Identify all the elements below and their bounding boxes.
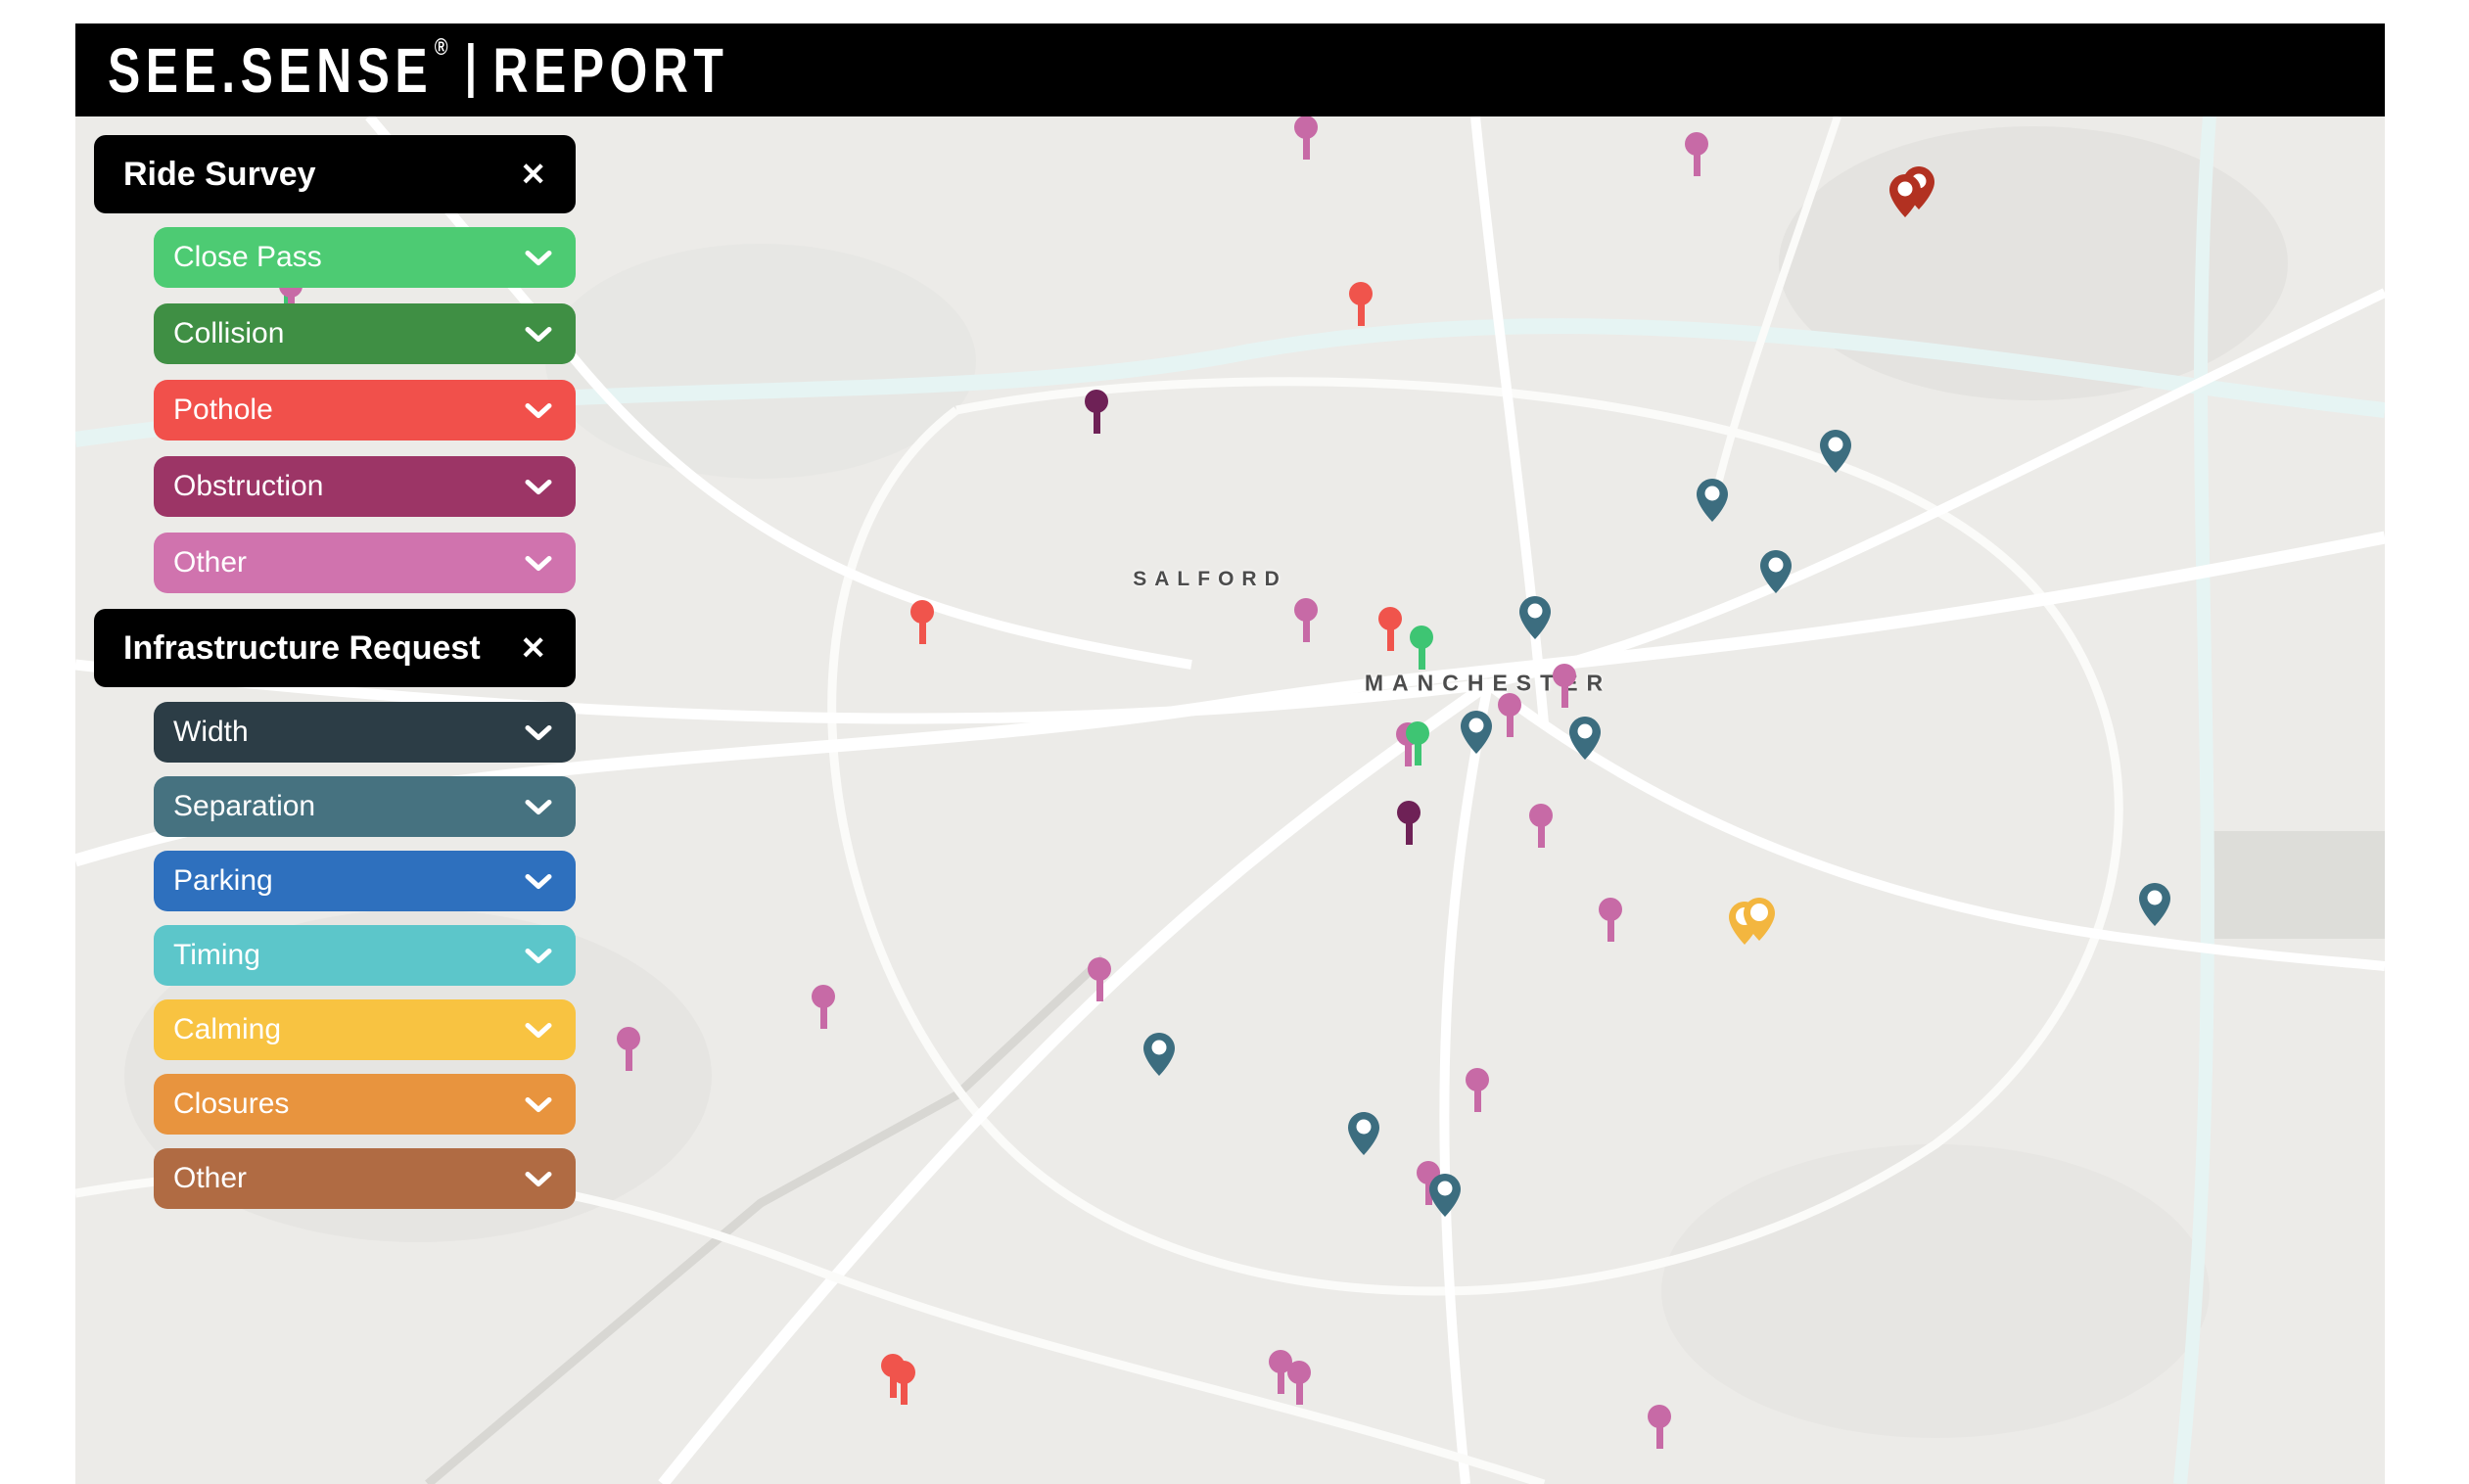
category-button-other[interactable]: Other (154, 533, 576, 593)
panel-title: Infrastructure Request (123, 629, 481, 668)
green-report-marker[interactable] (1410, 626, 1433, 670)
teal-map-pin[interactable] (1569, 717, 1601, 760)
teal-map-pin[interactable] (1820, 430, 1851, 473)
chevron-down-icon (525, 873, 552, 890)
teal-map-pin[interactable] (1760, 550, 1792, 593)
pink-report-marker[interactable] (812, 985, 835, 1029)
panel-title: Ride Survey (123, 156, 316, 194)
panel-header: Ride Survey ✕ (94, 135, 576, 213)
brand-logo: SEE.SENSE® REPORT (108, 34, 728, 107)
teal-map-pin[interactable] (2139, 883, 2170, 926)
teal-map-pin[interactable] (1519, 596, 1551, 639)
chevron-down-icon (525, 555, 552, 572)
category-label: Close Pass (173, 241, 322, 274)
red-report-marker[interactable] (892, 1361, 915, 1405)
category-button-list: Width Separation Parking Timing Calming Closu… (94, 702, 576, 1209)
chevron-down-icon (525, 724, 552, 741)
purple-report-marker[interactable] (1397, 801, 1421, 845)
close-icon: ✕ (520, 157, 546, 192)
panel-header: Infrastructure Request ✕ (94, 609, 576, 687)
pink-report-marker[interactable] (1529, 804, 1553, 848)
category-button-parking[interactable]: Parking (154, 851, 576, 911)
product-name: REPORT (493, 34, 729, 107)
category-label: Calming (173, 1013, 281, 1046)
category-button-closures[interactable]: Closures (154, 1074, 576, 1135)
category-button-obstruction[interactable]: Obstruction (154, 456, 576, 517)
page: SALFORDMANCHESTER SEE.SENSE® REPORT Ride… (0, 0, 2469, 1484)
category-label: Collision (173, 317, 284, 350)
category-label: Closures (173, 1088, 289, 1121)
chevron-down-icon (525, 799, 552, 815)
registered-mark: ® (435, 34, 448, 61)
red-report-marker[interactable] (1378, 607, 1402, 651)
category-label: Timing (173, 939, 260, 972)
teal-map-pin[interactable] (1461, 711, 1492, 754)
pink-report-marker[interactable] (1287, 1361, 1311, 1405)
dark-red-map-pin[interactable] (1889, 174, 1921, 217)
category-button-separation[interactable]: Separation (154, 776, 576, 837)
yellow-map-pin[interactable] (1744, 898, 1775, 941)
chevron-down-icon (525, 402, 552, 419)
pink-report-marker[interactable] (1088, 957, 1111, 1001)
category-button-other[interactable]: Other (154, 1148, 576, 1209)
category-label: Pothole (173, 394, 273, 427)
brand-name: SEE.SENSE® (108, 34, 447, 107)
teal-map-pin[interactable] (1429, 1174, 1461, 1217)
pink-report-marker[interactable] (1498, 693, 1521, 737)
panel-infrastructure-request: Infrastructure Request ✕ Width Separation… (94, 609, 576, 1209)
category-button-timing[interactable]: Timing (154, 925, 576, 986)
chevron-down-icon (525, 326, 552, 343)
category-label: Other (173, 546, 247, 580)
category-button-pothole[interactable]: Pothole (154, 380, 576, 441)
green-report-marker[interactable] (1406, 721, 1429, 765)
close-icon: ✕ (520, 630, 546, 666)
panel-ride-survey: Ride Survey ✕ Close Pass Collision Pothole… (94, 135, 576, 593)
red-report-marker[interactable] (910, 600, 934, 644)
chevron-down-icon (525, 1171, 552, 1187)
purple-report-marker[interactable] (1085, 390, 1108, 434)
chevron-down-icon (525, 250, 552, 266)
category-label: Parking (173, 864, 273, 898)
category-label: Obstruction (173, 470, 323, 503)
category-button-width[interactable]: Width (154, 702, 576, 763)
pink-report-marker[interactable] (1294, 598, 1318, 642)
category-label: Width (173, 716, 249, 749)
red-report-marker[interactable] (1349, 282, 1373, 326)
pink-report-marker[interactable] (1553, 664, 1576, 708)
category-label: Separation (173, 790, 315, 823)
pink-report-marker[interactable] (1685, 132, 1708, 176)
teal-map-pin[interactable] (1348, 1112, 1379, 1155)
teal-map-pin[interactable] (1143, 1033, 1175, 1076)
chevron-down-icon (525, 1022, 552, 1039)
category-button-list: Close Pass Collision Pothole Obstruction Oth… (94, 227, 576, 593)
header-bar: SEE.SENSE® REPORT (75, 23, 2385, 116)
chevron-down-icon (525, 479, 552, 495)
pink-report-marker[interactable] (617, 1027, 640, 1071)
close-button[interactable]: ✕ (516, 628, 550, 668)
pink-report-marker[interactable] (1599, 898, 1622, 942)
close-button[interactable]: ✕ (516, 155, 550, 194)
chevron-down-icon (525, 1096, 552, 1113)
category-button-close-pass[interactable]: Close Pass (154, 227, 576, 288)
pink-report-marker[interactable] (1466, 1068, 1489, 1112)
pink-report-marker[interactable] (1294, 116, 1318, 160)
category-label: Other (173, 1162, 247, 1195)
category-button-calming[interactable]: Calming (154, 999, 576, 1060)
chevron-down-icon (525, 948, 552, 964)
pink-report-marker[interactable] (1648, 1405, 1671, 1449)
category-button-collision[interactable]: Collision (154, 303, 576, 364)
teal-map-pin[interactable] (1697, 479, 1728, 522)
logo-divider (468, 43, 473, 98)
